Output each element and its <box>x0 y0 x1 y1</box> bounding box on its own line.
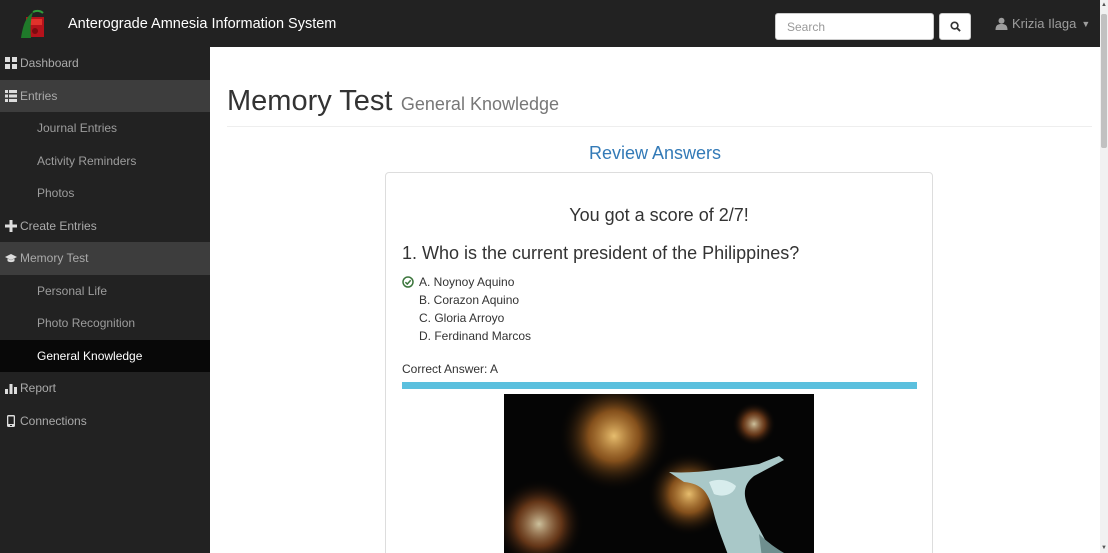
review-answers-heading[interactable]: Review Answers <box>210 143 1100 164</box>
sidebar-item-personal-life[interactable]: Personal Life <box>0 275 210 308</box>
scroll-down-icon[interactable]: ▼ <box>1101 543 1107 553</box>
choice-c: C. Gloria Arroyo <box>402 309 531 327</box>
user-name: Krizia Ilaga <box>1012 16 1077 31</box>
scroll-up-icon[interactable]: ▲ <box>1101 0 1107 10</box>
app-logo <box>17 8 51 40</box>
check-circle-icon <box>402 276 414 288</box>
brand[interactable]: Anterograde Amnesia Information System <box>0 0 336 47</box>
answer-choices: A. Noynoy Aquino B. Corazon Aquino C. Gl… <box>402 273 531 345</box>
search-button[interactable] <box>939 13 971 40</box>
user-icon <box>995 17 1008 30</box>
correct-answer-text: Correct Answer: A <box>402 362 499 376</box>
scrollbar[interactable]: ▲ ▼ <box>1100 0 1108 553</box>
choice-d: D. Ferdinand Marcos <box>402 327 531 345</box>
top-navbar: Anterograde Amnesia Information System K… <box>0 0 1100 47</box>
choice-label: D. Ferdinand Marcos <box>419 329 532 343</box>
main-content: Memory Test General Knowledge Review Ans… <box>210 47 1100 553</box>
choice-label: B. Corazon Aquino <box>419 293 520 307</box>
divider-bar <box>402 382 917 389</box>
bar-chart-icon <box>5 382 17 395</box>
sidebar-item-photo-recognition[interactable]: Photo Recognition <box>0 307 210 340</box>
sidebar-item-memory-test[interactable]: Memory Test <box>0 242 210 275</box>
choice-a: A. Noynoy Aquino <box>402 273 531 291</box>
page-subtitle: General Knowledge <box>400 94 560 114</box>
sidebar-item-label: Personal Life <box>37 283 108 298</box>
sidebar-item-connections[interactable]: Connections <box>0 405 210 438</box>
choice-label: C. Gloria Arroyo <box>419 311 505 325</box>
page-title: Memory Test <box>227 85 393 117</box>
sidebar-item-label: Entries <box>20 88 58 103</box>
sidebar-item-label: Dashboard <box>20 56 79 71</box>
sidebar-item-general-knowledge[interactable]: General Knowledge <box>0 339 210 372</box>
phone-icon <box>5 414 17 427</box>
sidebar-item-label: Report <box>20 381 57 396</box>
sidebar-item-label: General Knowledge <box>37 348 143 363</box>
sidebar-item-activity-reminders[interactable]: Activity Reminders <box>0 145 210 178</box>
sidebar-item-label: Journal Entries <box>37 121 118 136</box>
sidebar-item-label: Activity Reminders <box>37 153 137 168</box>
sidebar: Dashboard Entries Journal Entries Activi… <box>0 47 210 553</box>
sidebar-item-label: Memory Test <box>20 251 89 266</box>
sidebar-item-journal-entries[interactable]: Journal Entries <box>0 112 210 145</box>
sidebar-item-dashboard[interactable]: Dashboard <box>0 47 210 80</box>
plus-icon <box>5 219 17 232</box>
scrollbar-thumb[interactable] <box>1101 14 1107 148</box>
search-icon <box>949 21 961 32</box>
sidebar-item-report[interactable]: Report <box>0 372 210 405</box>
choice-b: B. Corazon Aquino <box>402 291 531 309</box>
score-text: You got a score of 2/7! <box>569 205 749 225</box>
sidebar-item-label: Connections <box>20 413 87 428</box>
user-menu[interactable]: Krizia Ilaga ▼ <box>995 0 1090 47</box>
dashboard-icon <box>5 57 17 70</box>
sidebar-item-entries[interactable]: Entries <box>0 79 210 112</box>
app-title: Anterograde Amnesia Information System <box>68 15 337 32</box>
sidebar-item-label: Photo Recognition <box>37 316 136 331</box>
sidebar-item-photos[interactable]: Photos <box>0 177 210 210</box>
chevron-down-icon: ▼ <box>1081 18 1091 29</box>
list-icon <box>5 89 17 102</box>
graduation-cap-icon <box>5 252 17 264</box>
question-image <box>504 394 814 553</box>
sidebar-item-label: Create Entries <box>20 218 97 233</box>
search-input[interactable] <box>775 13 934 40</box>
result-panel: You got a score of 2/7! 1. Who is the cu… <box>385 172 933 553</box>
sidebar-item-label: Photos <box>37 186 75 201</box>
page-header: Memory Test General Knowledge <box>227 85 1092 127</box>
choice-label: A. Noynoy Aquino <box>419 275 515 289</box>
question-text: 1. Who is the current president of the P… <box>402 243 800 263</box>
sidebar-item-create-entries[interactable]: Create Entries <box>0 210 210 243</box>
